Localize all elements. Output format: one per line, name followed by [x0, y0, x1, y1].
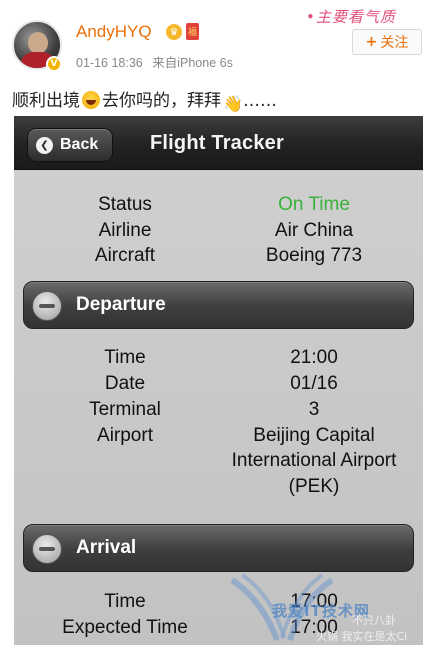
departure-date-value: 01/16 [290, 373, 338, 394]
departure-terminal-row: Terminal 3 [14, 399, 423, 425]
departure-time-value: 21:00 [290, 347, 338, 368]
airline-value: Air China [274, 220, 354, 241]
arrival-title: Arrival [76, 537, 137, 558]
laughing-emoji-icon [82, 91, 100, 109]
arrival-section-header[interactable]: Arrival [23, 524, 414, 572]
post-meta: 01-16 18:36 来自iPhone 6s [76, 52, 233, 71]
departure-date-key: Date [104, 373, 146, 394]
collapse-minus-icon[interactable] [32, 534, 62, 564]
nav-title: Flight Tracker [150, 132, 284, 154]
departure-airport-line2: International Airport [14, 450, 423, 476]
member-crown-icon: ♛ [166, 24, 182, 40]
airline-row: Airline Air China [14, 220, 423, 246]
departure-date-row: Date 01/16 [14, 373, 423, 399]
overlay-watermark-line2: 火锅 我实在是太Ci [316, 630, 408, 643]
departure-airport-key: Airport [97, 425, 153, 446]
departure-airport-value-2: International Airport [231, 450, 397, 471]
collapse-minus-icon[interactable] [32, 291, 62, 321]
back-arrow-icon: ❮ [36, 136, 53, 154]
follow-button[interactable]: + 关注 [352, 29, 422, 55]
flight-tracker-screenshot: ❮ Back Flight Tracker Status On Time Air… [14, 116, 423, 645]
arrival-time-key: Time [104, 591, 146, 612]
status-key: Status [98, 194, 152, 215]
verified-badge-icon: V [46, 56, 62, 72]
username[interactable]: AndyHYQ [76, 22, 152, 42]
brand-watermark: •主要看气质 [306, 8, 396, 26]
aircraft-key: Aircraft [94, 245, 156, 266]
arrival-expected-key: Expected Time [62, 617, 188, 638]
red-packet-icon: 福 [186, 23, 199, 40]
post-source: 来自iPhone 6s [152, 56, 233, 70]
departure-airport-value-3: (PEK) [288, 476, 340, 497]
aircraft-value: Boeing 773 [265, 245, 363, 266]
back-label: Back [60, 136, 99, 153]
departure-title: Departure [76, 294, 166, 315]
departure-airport-line3: (PEK) [14, 476, 423, 502]
departure-terminal-key: Terminal [89, 399, 161, 420]
follow-label: 关注 [380, 35, 409, 51]
departure-airport-row: Airport Beijing Capital [14, 425, 423, 451]
nav-bar: ❮ Back Flight Tracker [14, 116, 423, 170]
weibo-post-screenshot: V AndyHYQ ♛ 福 01-16 18:36 来自iPhone 6s •主… [0, 0, 429, 645]
back-button[interactable]: ❮ Back [27, 128, 113, 162]
departure-time-row: Time 21:00 [14, 347, 423, 373]
plus-icon: + [365, 34, 378, 50]
post-text-part2: 去你吗的，拜拜 [102, 91, 221, 111]
post-text: 顺利出境 去你吗的，拜拜 👋…… [12, 86, 277, 113]
post-text-part3: …… [243, 91, 277, 111]
flight-details: Status On Time Airline Air China Aircraf… [14, 171, 423, 645]
post-time: 01-16 18:36 [76, 56, 143, 70]
aircraft-row: Aircraft Boeing 773 [14, 245, 423, 271]
departure-time-key: Time [104, 347, 146, 368]
departure-terminal-value: 3 [308, 399, 320, 420]
departure-section-header[interactable]: Departure [23, 281, 414, 329]
status-row: Status On Time [14, 194, 423, 220]
waving-hand-emoji-icon: 👋 [223, 94, 243, 113]
status-value: On Time [278, 194, 350, 215]
departure-airport-value: Beijing Capital [253, 425, 375, 446]
post-text-part1: 顺利出境 [12, 91, 80, 111]
airline-key: Airline [98, 220, 152, 241]
overlay-watermark-line1: 不只八卦 [352, 614, 396, 627]
